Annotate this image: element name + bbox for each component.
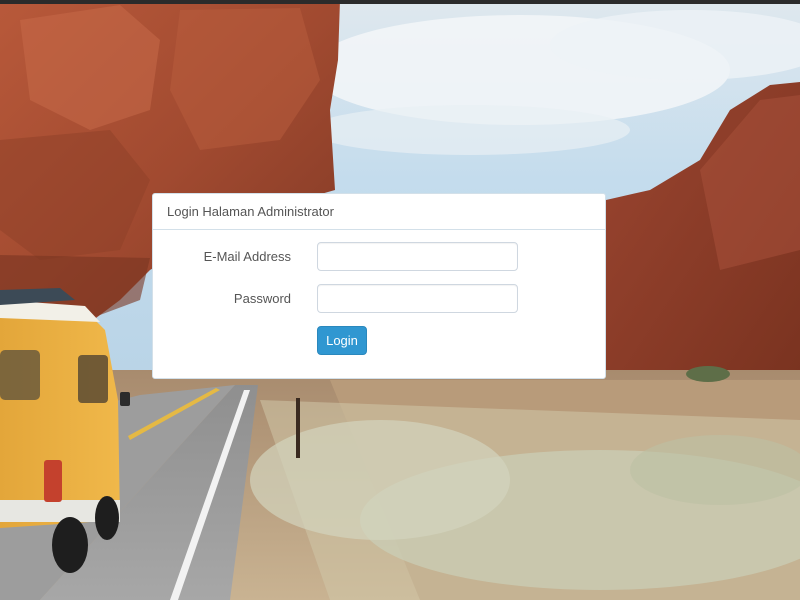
email-label: E-Mail Address	[203, 249, 291, 264]
login-button[interactable]: Login	[317, 326, 367, 355]
login-page: Login Halaman Administrator E-Mail Addre…	[0, 0, 800, 600]
browser-top-strip	[0, 0, 800, 4]
email-input[interactable]	[317, 242, 518, 271]
password-input[interactable]	[317, 284, 518, 313]
panel-heading: Login Halaman Administrator	[153, 194, 605, 230]
password-label: Password	[233, 291, 291, 306]
login-panel: Login Halaman Administrator E-Mail Addre…	[152, 193, 606, 379]
